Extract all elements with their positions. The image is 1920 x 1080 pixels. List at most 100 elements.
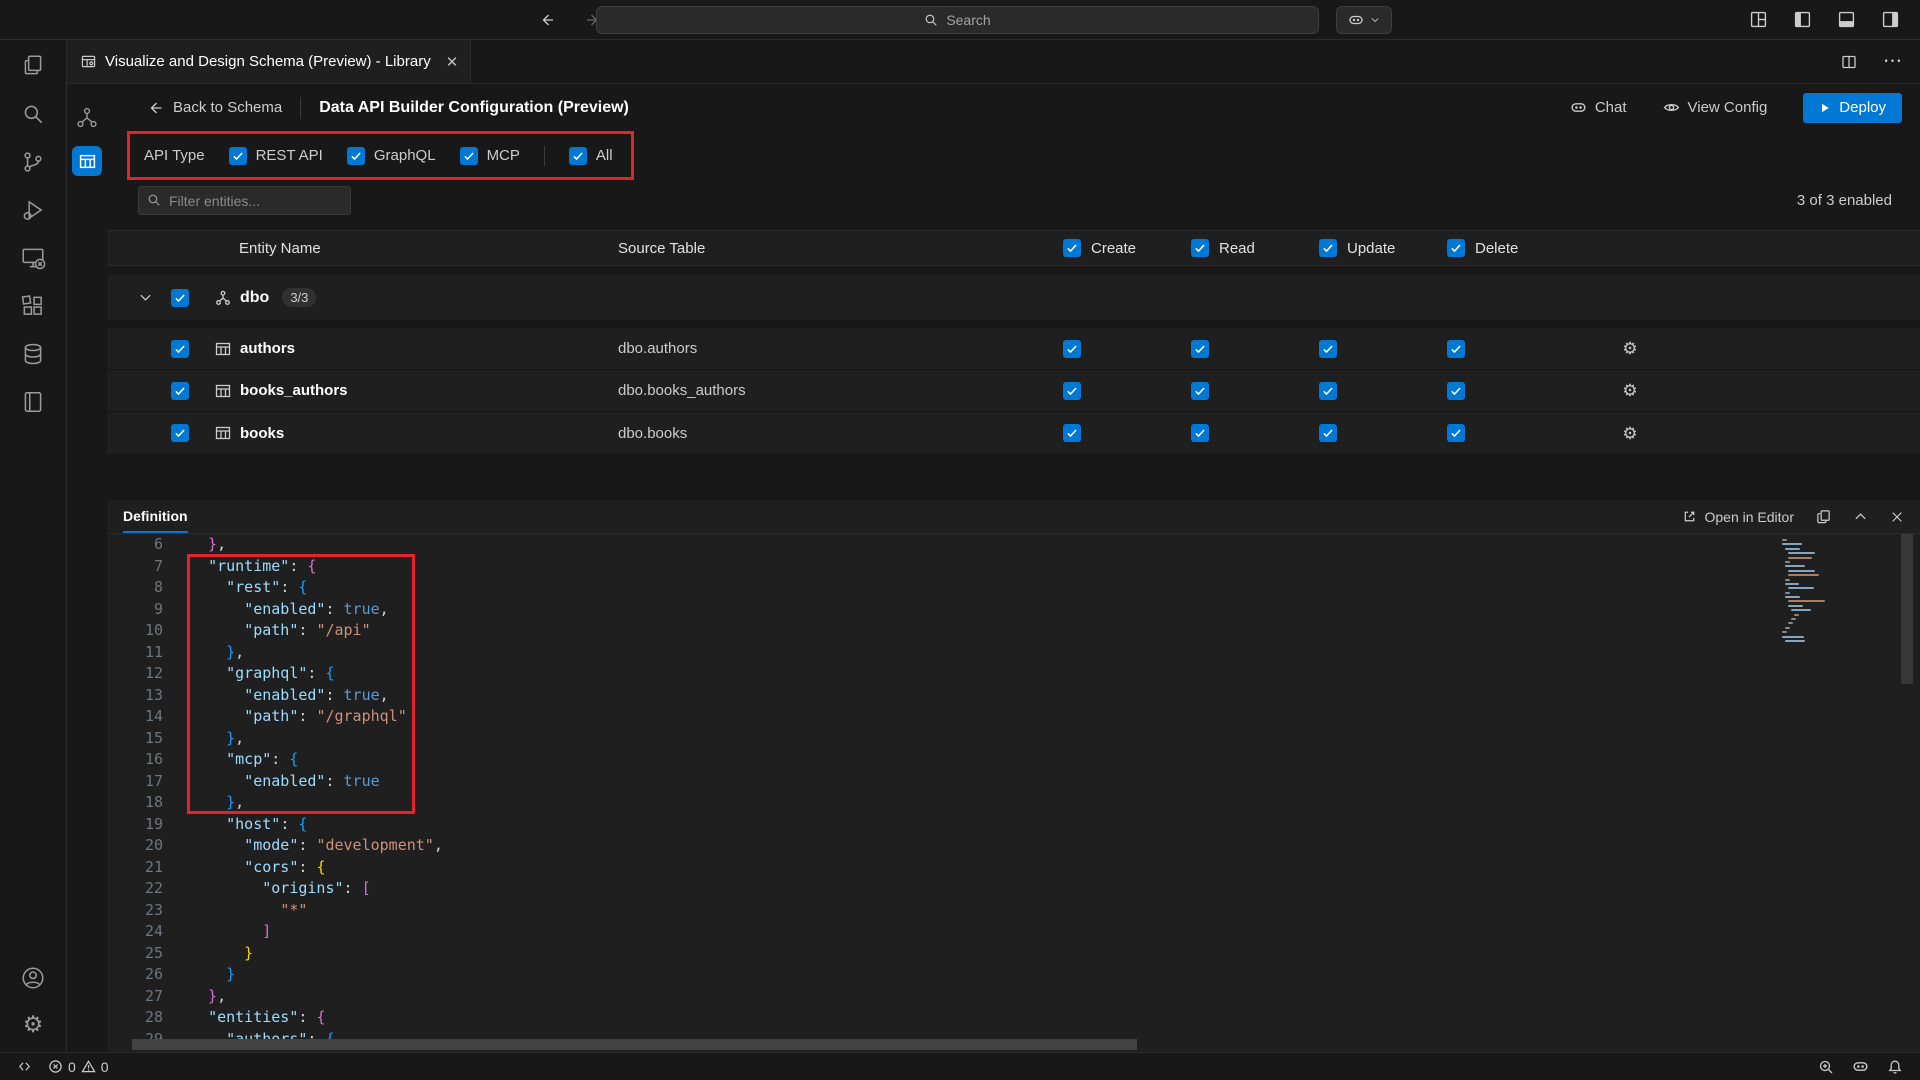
chevron-up-icon[interactable] <box>1853 509 1868 524</box>
tab-visualize-schema[interactable]: Visualize and Design Schema (Preview) - … <box>67 40 471 83</box>
create-checkbox[interactable] <box>1063 424 1081 442</box>
vertical-scrollbar[interactable] <box>1901 534 1913 684</box>
source-control-icon[interactable] <box>19 148 47 176</box>
chat-button[interactable]: Chat <box>1570 99 1627 116</box>
split-editor-icon[interactable] <box>1835 48 1863 76</box>
row-checkbox[interactable] <box>171 382 189 400</box>
api-type-option[interactable]: GraphQL <box>347 147 436 165</box>
gear-icon[interactable]: ⚙ <box>1622 340 1637 357</box>
database-projects-icon[interactable] <box>19 340 47 368</box>
definition-panel: Definition Open in Editor <box>107 500 1920 1052</box>
checkbox-checked[interactable] <box>460 147 478 165</box>
code-line: 12 "graphql": { <box>107 663 1920 685</box>
settings-gear-icon[interactable]: ⚙ <box>19 1010 47 1038</box>
update-checkbox[interactable] <box>1319 340 1337 358</box>
copilot-icon <box>1570 99 1587 116</box>
group-checkbox[interactable] <box>171 289 189 307</box>
gear-icon[interactable]: ⚙ <box>1622 382 1637 399</box>
code-line: 25 } <box>107 943 1920 965</box>
checkbox-checked[interactable] <box>569 147 587 165</box>
dab-config-icon[interactable] <box>72 146 102 176</box>
remote-indicator-icon[interactable] <box>12 1053 37 1080</box>
column-delete: Delete <box>1447 239 1575 257</box>
code-line: 13 "enabled": true, <box>107 685 1920 707</box>
back-to-schema-link[interactable]: Back to Schema <box>147 99 282 116</box>
delete-all-checkbox[interactable] <box>1447 239 1465 257</box>
api-type-option[interactable]: REST API <box>229 147 323 165</box>
library-icon[interactable] <box>19 388 47 416</box>
back-arrow-icon[interactable] <box>533 6 561 34</box>
more-actions-icon[interactable]: ⋯ <box>1883 52 1902 71</box>
screen-zoom-icon[interactable] <box>1813 1059 1839 1075</box>
read-checkbox[interactable] <box>1191 340 1209 358</box>
filter-entities-input[interactable] <box>138 186 351 215</box>
search-sidebar-icon[interactable] <box>19 100 47 128</box>
remote-explorer-icon[interactable] <box>19 244 47 272</box>
arrow-left-icon <box>147 100 163 116</box>
update-checkbox[interactable] <box>1319 382 1337 400</box>
delete-checkbox[interactable] <box>1447 424 1465 442</box>
delete-checkbox[interactable] <box>1447 340 1465 358</box>
command-center-search[interactable]: Search <box>596 6 1319 34</box>
chevron-down-icon[interactable] <box>127 290 163 305</box>
delete-checkbox[interactable] <box>1447 382 1465 400</box>
explorer-icon[interactable] <box>19 52 47 80</box>
table-row[interactable]: authors dbo.authors ⚙ <box>107 328 1920 370</box>
api-type-option-label: All <box>596 147 613 164</box>
code-line: 14 "path": "/graphql" <box>107 706 1920 728</box>
api-type-option[interactable]: All <box>569 147 613 165</box>
chevron-down-icon <box>1370 15 1380 25</box>
update-checkbox[interactable] <box>1319 424 1337 442</box>
checkbox-checked[interactable] <box>229 147 247 165</box>
run-debug-icon[interactable] <box>19 196 47 224</box>
toggle-sidebar-right-icon[interactable] <box>1876 6 1904 34</box>
schema-group-row[interactable]: dbo 3/3 <box>107 275 1920 320</box>
table-row[interactable]: books dbo.books ⚙ <box>107 412 1920 454</box>
entity-rows: authors dbo.authors ⚙ books_authors dbo.… <box>107 328 1920 454</box>
table-row[interactable]: books_authors dbo.books_authors ⚙ <box>107 370 1920 412</box>
view-config-button[interactable]: View Config <box>1663 99 1768 116</box>
create-checkbox[interactable] <box>1063 382 1081 400</box>
copy-icon[interactable] <box>1816 509 1831 524</box>
source-table: dbo.books_authors <box>607 382 1063 399</box>
checkbox-checked[interactable] <box>347 147 365 165</box>
tab-close-icon[interactable]: ✕ <box>446 53 459 71</box>
code-line: 20 "mode": "development", <box>107 835 1920 857</box>
read-checkbox[interactable] <box>1191 382 1209 400</box>
code-line: 15 }, <box>107 728 1920 750</box>
open-in-editor-button[interactable]: Open in Editor <box>1682 509 1795 525</box>
read-all-checkbox[interactable] <box>1191 239 1209 257</box>
toggle-sidebar-left-icon[interactable] <box>1788 6 1816 34</box>
extensions-icon[interactable] <box>19 292 47 320</box>
minimap[interactable] <box>1779 539 1919 644</box>
status-bar: 0 0 <box>0 1052 1920 1080</box>
close-icon[interactable] <box>1890 510 1904 524</box>
create-all-checkbox[interactable] <box>1063 239 1081 257</box>
schema-designer-icon[interactable] <box>73 104 101 132</box>
create-checkbox[interactable] <box>1063 340 1081 358</box>
problems-indicator[interactable]: 0 0 <box>43 1053 114 1080</box>
copilot-status-icon[interactable] <box>1847 1058 1874 1075</box>
horizontal-scrollbar[interactable] <box>132 1039 1137 1050</box>
gear-icon[interactable]: ⚙ <box>1622 425 1637 442</box>
definition-tab[interactable]: Definition <box>123 500 188 533</box>
copilot-menu-chip[interactable] <box>1336 6 1392 34</box>
read-checkbox[interactable] <box>1191 424 1209 442</box>
row-checkbox[interactable] <box>171 340 189 358</box>
code-editor[interactable]: 6 },7 "runtime": {8 "rest": {9 "enabled"… <box>107 534 1920 1052</box>
notifications-bell-icon[interactable] <box>1882 1059 1908 1075</box>
page-title: Data API Builder Configuration (Preview) <box>319 99 629 117</box>
search-icon <box>147 193 161 207</box>
account-icon[interactable] <box>19 964 47 992</box>
table-icon <box>215 383 231 399</box>
customize-layout-icon[interactable] <box>1744 6 1772 34</box>
row-checkbox[interactable] <box>171 424 189 442</box>
deploy-button[interactable]: Deploy <box>1803 93 1902 123</box>
enabled-count: 3 of 3 enabled <box>1797 192 1892 209</box>
warning-icon <box>81 1059 96 1074</box>
search-placeholder: Search <box>946 12 990 28</box>
update-all-checkbox[interactable] <box>1319 239 1337 257</box>
code-line: 28 "entities": { <box>107 1007 1920 1029</box>
api-type-option[interactable]: MCP <box>460 147 520 165</box>
toggle-panel-icon[interactable] <box>1832 6 1860 34</box>
